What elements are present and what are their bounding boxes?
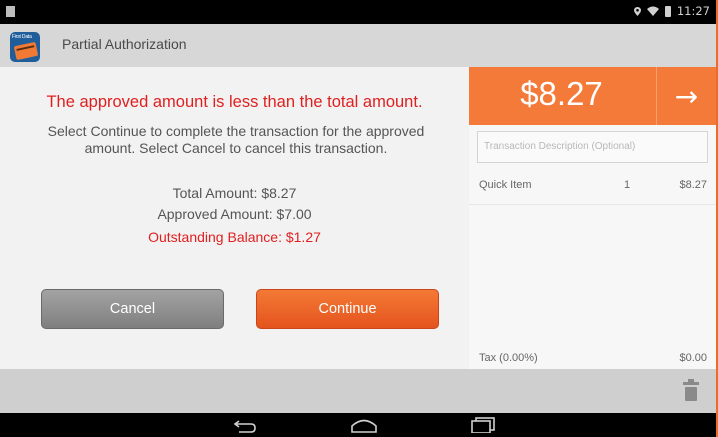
app-logo-text: First Data (12, 34, 32, 40)
trash-icon[interactable] (683, 379, 699, 401)
proceed-arrow-icon[interactable]: → (657, 67, 716, 125)
partial-authorization-dialog: The approved amount is less than the tot… (0, 67, 469, 369)
app-title: Partial Authorization (62, 36, 187, 52)
recent-apps-icon[interactable] (470, 417, 496, 433)
total-amount: Total Amount: $8.27 (172, 185, 297, 201)
dialog-heading: The approved amount is less than the tot… (46, 93, 423, 111)
approved-amount: Approved Amount: $7.00 (157, 206, 312, 222)
back-icon[interactable] (233, 417, 257, 433)
app-logo-icon: First Data (10, 32, 40, 62)
status-time: 11:27 (676, 4, 710, 18)
credit-card-icon (13, 41, 39, 61)
tax-label: Tax (0.00%) (479, 352, 538, 364)
cancel-button[interactable]: Cancel (41, 289, 224, 329)
status-bar: 11:27 (0, 0, 716, 24)
item-name: Quick Item (479, 179, 532, 191)
item-quantity: 1 (624, 179, 631, 191)
home-icon[interactable] (350, 417, 378, 433)
status-icons: 11:27 (633, 4, 710, 18)
list-item[interactable]: Quick Item 1 $8.27 (469, 178, 716, 205)
continue-button[interactable]: Continue (256, 289, 439, 329)
action-bar: First Data Partial Authorization (0, 24, 716, 67)
dialog-message: Select Continue to complete the transact… (47, 123, 425, 156)
battery-icon (664, 5, 671, 17)
bottom-toolbar (0, 369, 716, 413)
location-icon (633, 6, 641, 16)
tax-value: $0.00 (679, 352, 707, 364)
amount-header: $8.27 → (469, 67, 716, 125)
transaction-description-input[interactable]: Transaction Description (Optional) (477, 131, 708, 163)
wifi-icon (646, 6, 659, 16)
app-frame: 11:27 First Data Partial Authorization T… (0, 0, 718, 437)
total-amount-display: $8.27 (520, 75, 603, 112)
navigation-bar (0, 413, 716, 437)
notification-icon (6, 6, 15, 17)
item-price: $8.27 (679, 179, 707, 191)
order-panel: $8.27 → Transaction Description (Optiona… (469, 67, 716, 369)
outstanding-balance: Outstanding Balance: $1.27 (148, 229, 321, 245)
